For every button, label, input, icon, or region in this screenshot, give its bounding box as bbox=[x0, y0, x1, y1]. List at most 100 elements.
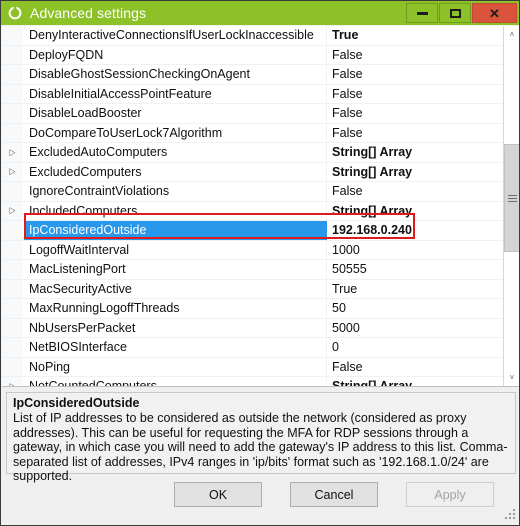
app-ring-icon bbox=[5, 3, 25, 23]
table-row[interactable]: DenyInteractiveConnectionsIfUserLockInac… bbox=[2, 26, 503, 46]
property-value[interactable]: False bbox=[327, 104, 503, 123]
row-gutter bbox=[2, 182, 24, 201]
property-value[interactable]: False bbox=[327, 85, 503, 104]
property-name[interactable]: IgnoreContraintViolations bbox=[24, 182, 327, 201]
scrollbar-thumb[interactable] bbox=[504, 144, 519, 252]
row-gutter bbox=[2, 318, 24, 337]
property-value[interactable]: True bbox=[327, 280, 503, 299]
chevron-right-icon: ▷ bbox=[9, 380, 16, 386]
table-row[interactable]: IpConsideredOutside 192.168.0.240 bbox=[2, 221, 503, 241]
scrollbar-grip-icon bbox=[507, 194, 517, 202]
expander-toggle[interactable]: ▷ bbox=[2, 377, 24, 386]
table-row[interactable]: DisableGhostSessionCheckingOnAgent False bbox=[2, 65, 503, 85]
table-row[interactable]: MaxRunningLogoffThreads 50 bbox=[2, 299, 503, 319]
row-gutter bbox=[2, 84, 24, 103]
row-gutter bbox=[2, 65, 24, 84]
property-name[interactable]: DeployFQDN bbox=[24, 45, 327, 64]
property-value[interactable]: False bbox=[327, 46, 503, 65]
property-grid-rows: DenyInteractiveConnectionsIfUserLockInac… bbox=[2, 26, 503, 386]
property-name[interactable]: DoCompareToUserLock7Algorithm bbox=[24, 123, 327, 142]
table-row[interactable]: ▷ IncludedComputers String[] Array bbox=[2, 201, 503, 221]
property-name[interactable]: DisableLoadBooster bbox=[24, 104, 327, 123]
chevron-right-icon: ▷ bbox=[9, 205, 16, 216]
property-value[interactable]: String[] Array bbox=[327, 143, 503, 162]
expander-toggle[interactable]: ▷ bbox=[2, 201, 24, 220]
cancel-button[interactable]: Cancel bbox=[290, 482, 378, 507]
ok-button[interactable]: OK bbox=[174, 482, 262, 507]
table-row[interactable]: NbUsersPerPacket 5000 bbox=[2, 318, 503, 338]
minimize-icon bbox=[416, 11, 428, 15]
dialog-button-bar: OK Cancel Apply bbox=[1, 482, 519, 522]
scroll-up-button[interactable]: ˄ bbox=[504, 26, 519, 43]
chevron-up-icon: ˄ bbox=[509, 30, 515, 39]
property-name[interactable]: NotCountedComputers bbox=[24, 377, 327, 386]
window-title: Advanced settings bbox=[30, 5, 147, 21]
property-name[interactable]: DisableGhostSessionCheckingOnAgent bbox=[24, 65, 327, 84]
expander-toggle[interactable]: ▷ bbox=[2, 143, 24, 162]
table-row[interactable]: NoPing False bbox=[2, 357, 503, 377]
row-gutter bbox=[2, 45, 24, 64]
table-row[interactable]: MacSecurityActive True bbox=[2, 279, 503, 299]
table-row[interactable]: MacListeningPort 50555 bbox=[2, 260, 503, 280]
apply-button: Apply bbox=[406, 482, 494, 507]
vertical-scrollbar[interactable]: ˄ ˅ bbox=[503, 26, 519, 386]
property-name[interactable]: MacListeningPort bbox=[24, 260, 327, 279]
property-value[interactable]: 50 bbox=[327, 299, 503, 318]
row-gutter bbox=[2, 279, 24, 298]
expander-toggle[interactable]: ▷ bbox=[2, 162, 24, 181]
property-value[interactable]: False bbox=[327, 65, 503, 84]
property-value[interactable]: 50555 bbox=[327, 260, 503, 279]
property-value[interactable]: False bbox=[327, 124, 503, 143]
property-value[interactable]: 5000 bbox=[327, 319, 503, 338]
chevron-down-icon: ˅ bbox=[509, 373, 515, 382]
property-name[interactable]: IpConsideredOutside bbox=[24, 221, 327, 240]
row-gutter bbox=[2, 104, 24, 123]
row-gutter bbox=[2, 240, 24, 259]
property-value[interactable]: False bbox=[327, 358, 503, 377]
row-gutter bbox=[2, 221, 24, 240]
property-name[interactable]: LogoffWaitInterval bbox=[24, 240, 327, 259]
property-name[interactable]: DenyInteractiveConnectionsIfUserLockInac… bbox=[24, 26, 327, 45]
property-name[interactable]: ExcludedAutoComputers bbox=[24, 143, 327, 162]
property-value[interactable]: String[] Array bbox=[327, 202, 503, 221]
table-row[interactable]: DeployFQDN False bbox=[2, 45, 503, 65]
property-name[interactable]: NbUsersPerPacket bbox=[24, 318, 327, 337]
property-value[interactable]: String[] Array bbox=[327, 163, 503, 182]
property-name[interactable]: ExcludedComputers bbox=[24, 162, 327, 181]
property-name[interactable]: DisableInitialAccessPointFeature bbox=[24, 84, 327, 103]
table-row[interactable]: ▷ ExcludedComputers String[] Array bbox=[2, 162, 503, 182]
title-bar[interactable]: Advanced settings ✕ bbox=[1, 1, 519, 25]
minimize-button[interactable] bbox=[406, 3, 438, 23]
row-gutter bbox=[2, 260, 24, 279]
scroll-down-button[interactable]: ˅ bbox=[504, 369, 519, 386]
table-row[interactable]: DisableLoadBooster False bbox=[2, 104, 503, 124]
property-value[interactable]: 192.168.0.240 bbox=[327, 221, 503, 240]
property-name[interactable]: IncludedComputers bbox=[24, 201, 327, 220]
maximize-icon bbox=[449, 8, 461, 18]
table-row[interactable]: IgnoreContraintViolations False bbox=[2, 182, 503, 202]
property-value[interactable]: 1000 bbox=[327, 241, 503, 260]
property-value[interactable]: True bbox=[327, 26, 503, 45]
property-name[interactable]: MaxRunningLogoffThreads bbox=[24, 299, 327, 318]
property-value[interactable]: False bbox=[327, 182, 503, 201]
advanced-settings-window: Advanced settings ✕ DenyInteractiveConne… bbox=[0, 0, 520, 526]
table-row[interactable]: NetBIOSInterface 0 bbox=[2, 338, 503, 358]
property-value[interactable]: String[] Array bbox=[327, 377, 503, 386]
maximize-button[interactable] bbox=[439, 3, 471, 23]
table-row[interactable]: ▷ ExcludedAutoComputers String[] Array bbox=[2, 143, 503, 163]
table-row[interactable]: LogoffWaitInterval 1000 bbox=[2, 240, 503, 260]
property-name[interactable]: NoPing bbox=[24, 357, 327, 376]
resize-grip-icon[interactable] bbox=[503, 509, 516, 522]
row-gutter bbox=[2, 357, 24, 376]
row-gutter bbox=[2, 26, 24, 45]
close-button[interactable]: ✕ bbox=[472, 3, 517, 23]
table-row[interactable]: DoCompareToUserLock7Algorithm False bbox=[2, 123, 503, 143]
table-row[interactable]: ▷ NotCountedComputersString[] Array bbox=[2, 377, 503, 386]
property-grid: DenyInteractiveConnectionsIfUserLockInac… bbox=[2, 26, 519, 387]
property-name[interactable]: MacSecurityActive bbox=[24, 279, 327, 298]
property-name[interactable]: NetBIOSInterface bbox=[24, 338, 327, 357]
table-row[interactable]: DisableInitialAccessPointFeature False bbox=[2, 84, 503, 104]
description-title: IpConsideredOutside bbox=[13, 396, 140, 410]
description-panel: IpConsideredOutside List of IP addresses… bbox=[6, 392, 516, 483]
property-value[interactable]: 0 bbox=[327, 338, 503, 357]
